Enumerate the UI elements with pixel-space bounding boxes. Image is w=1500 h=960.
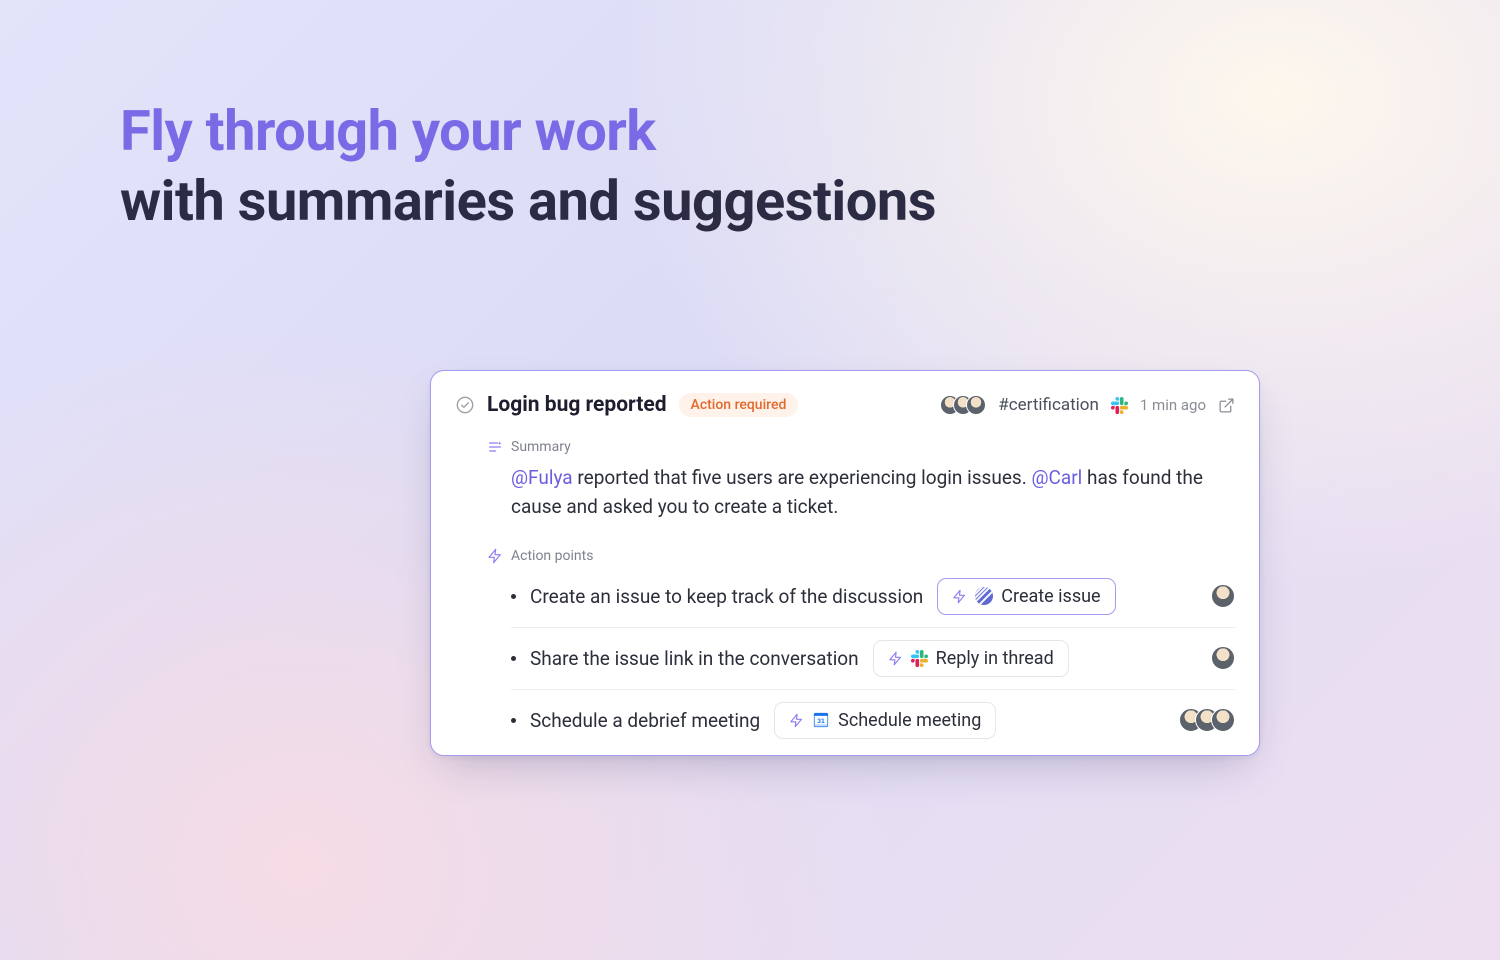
action-point-text: Share the issue link in the conversation bbox=[530, 647, 859, 670]
action-point-item: Share the issue link in the conversation… bbox=[511, 627, 1235, 689]
open-external-icon[interactable] bbox=[1218, 397, 1235, 414]
bullet-icon bbox=[511, 594, 516, 599]
schedule-meeting-button[interactable]: 31 Schedule meeting bbox=[774, 702, 996, 739]
action-required-badge: Action required bbox=[679, 393, 799, 417]
avatar bbox=[966, 395, 986, 415]
action-point-item: Schedule a debrief meeting 31 Schedule mee… bbox=[511, 689, 1235, 751]
mention-fulya[interactable]: @Fulya bbox=[511, 466, 573, 489]
create-issue-button[interactable]: Create issue bbox=[937, 578, 1115, 615]
slack-icon bbox=[1111, 397, 1128, 414]
google-calendar-icon: 31 bbox=[812, 711, 830, 729]
bullet-icon bbox=[511, 656, 516, 661]
hero-heading-line2: with summaries and suggestions bbox=[120, 166, 936, 236]
action-points-section: Action points Create an issue to keep tr… bbox=[455, 548, 1235, 755]
avatar bbox=[1211, 584, 1235, 608]
assignee-avatars bbox=[1211, 646, 1235, 670]
action-point-text: Schedule a debrief meeting bbox=[530, 709, 760, 732]
action-points-label: Action points bbox=[487, 548, 1235, 564]
action-point-text: Create an issue to keep track of the dis… bbox=[530, 585, 923, 608]
svg-text:31: 31 bbox=[817, 718, 825, 725]
checkmark-circle-icon[interactable] bbox=[455, 395, 475, 415]
timestamp: 1 min ago bbox=[1140, 396, 1206, 414]
sparkle-lines-icon bbox=[487, 439, 503, 455]
bullet-icon bbox=[511, 718, 516, 723]
action-button-label: Reply in thread bbox=[936, 648, 1054, 669]
linear-icon bbox=[975, 587, 993, 605]
assignee-avatars bbox=[1211, 584, 1235, 608]
hero-heading: Fly through your work with summaries and… bbox=[120, 96, 936, 236]
card-title: Login bug reported bbox=[487, 393, 667, 417]
bolt-icon bbox=[487, 548, 503, 564]
avatar bbox=[1211, 646, 1235, 670]
bolt-icon bbox=[952, 589, 967, 604]
action-button-label: Schedule meeting bbox=[838, 710, 981, 731]
avatar bbox=[1211, 708, 1235, 732]
summary-card: Login bug reported Action required #cert… bbox=[430, 370, 1260, 756]
mention-carl[interactable]: @Carl bbox=[1031, 466, 1082, 489]
bolt-icon bbox=[888, 651, 903, 666]
participants-avatars bbox=[940, 395, 986, 415]
hero-heading-line1: Fly through your work bbox=[120, 96, 936, 166]
summary-text: @Fulya reported that five users are expe… bbox=[487, 463, 1235, 522]
reply-in-thread-button[interactable]: Reply in thread bbox=[873, 640, 1069, 677]
slack-icon bbox=[911, 650, 928, 667]
card-header: Login bug reported Action required #cert… bbox=[455, 393, 1235, 417]
assignee-avatars bbox=[1179, 708, 1235, 732]
summary-label: Summary bbox=[487, 439, 1235, 455]
action-point-item: Create an issue to keep track of the dis… bbox=[511, 572, 1235, 627]
channel-name[interactable]: #certification bbox=[998, 395, 1099, 415]
summary-section: Summary @Fulya reported that five users … bbox=[455, 439, 1235, 522]
action-button-label: Create issue bbox=[1001, 586, 1100, 607]
bolt-icon bbox=[789, 713, 804, 728]
